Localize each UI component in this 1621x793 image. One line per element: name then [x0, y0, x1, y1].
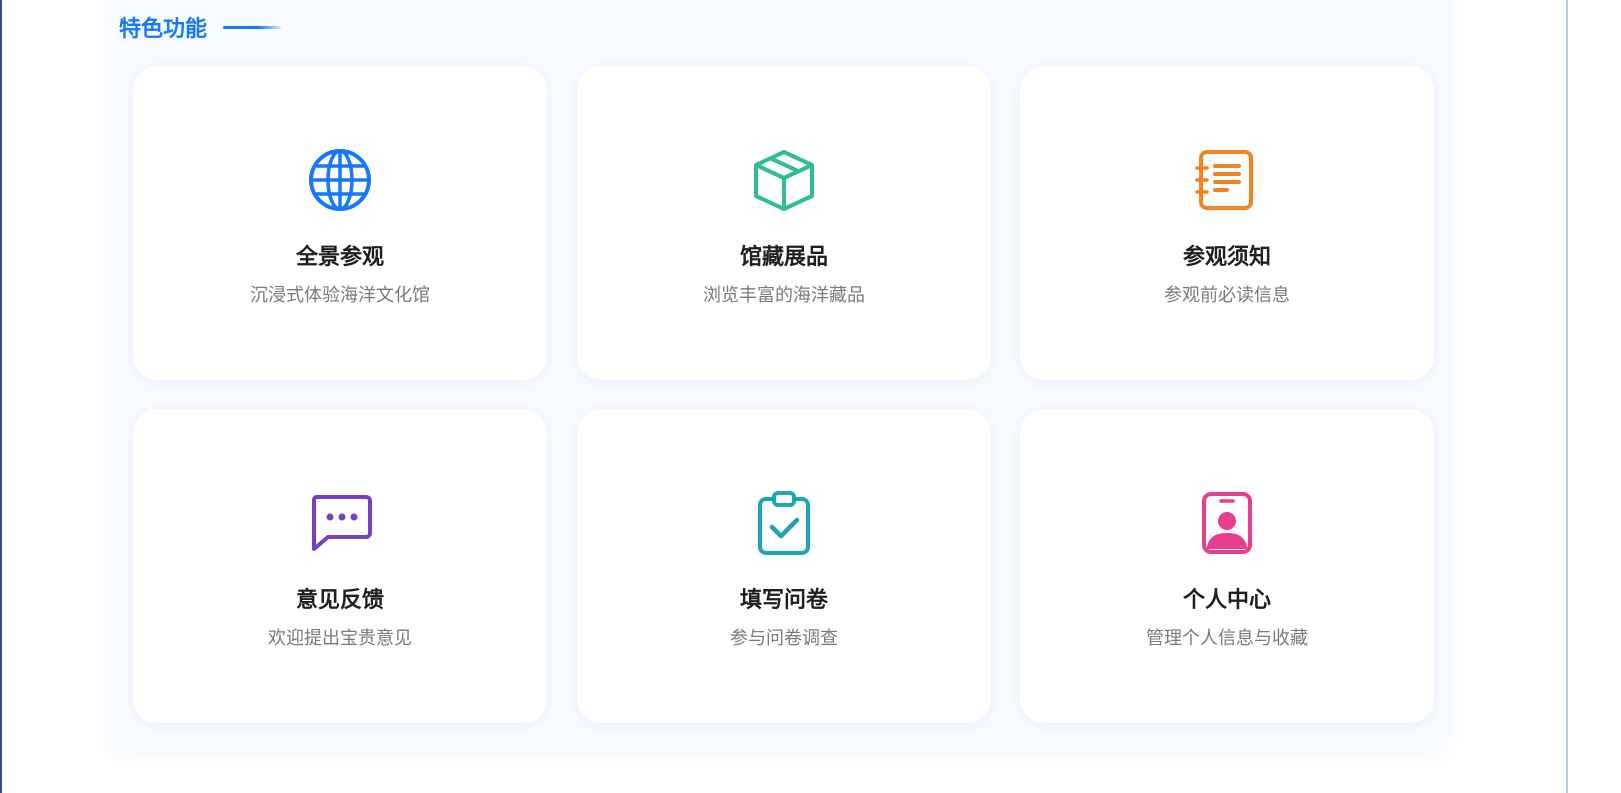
feature-subtitle: 管理个人信息与收藏: [1146, 628, 1308, 649]
feature-subtitle: 欢迎提出宝贵意见: [268, 628, 412, 649]
clipboard-check-icon: [752, 491, 816, 555]
feature-title: 意见反馈: [295, 588, 384, 613]
feature-subtitle: 参观前必读信息: [1164, 285, 1290, 306]
feature-title: 馆藏展品: [739, 245, 828, 270]
globe-icon: [308, 148, 372, 212]
feature-subtitle: 沉浸式体验海洋文化馆: [250, 285, 430, 306]
user-badge-icon: [1195, 491, 1259, 555]
message-icon: [308, 491, 372, 555]
feature-card-personal-center[interactable]: 个人中心 管理个人信息与收藏: [1020, 409, 1434, 723]
right-scroll-edge: [1566, 0, 1568, 793]
feature-card-survey[interactable]: 填写问卷 参与问卷调查: [577, 409, 991, 723]
feature-card-panorama[interactable]: 全景参观 沉浸式体验海洋文化馆: [133, 66, 547, 380]
feature-title: 个人中心: [1182, 588, 1271, 613]
section-title: 特色功能: [119, 17, 208, 42]
title-underline: [223, 25, 282, 29]
feature-subtitle: 参与问卷调查: [730, 628, 838, 649]
left-window-edge: [0, 0, 2, 793]
feature-subtitle: 浏览丰富的海洋藏品: [703, 285, 865, 306]
feature-card-collection[interactable]: 馆藏展品 浏览丰富的海洋藏品: [577, 66, 991, 380]
cube-icon: [752, 148, 816, 212]
section-header: 特色功能: [119, 10, 282, 44]
feature-title: 填写问卷: [739, 588, 828, 613]
feature-card-feedback[interactable]: 意见反馈 欢迎提出宝贵意见: [133, 409, 547, 723]
feature-card-visitor-guide[interactable]: 参观须知 参观前必读信息: [1020, 66, 1434, 380]
feature-title: 全景参观: [295, 245, 384, 270]
feature-title: 参观须知: [1182, 245, 1271, 270]
notebook-icon: [1195, 148, 1259, 212]
